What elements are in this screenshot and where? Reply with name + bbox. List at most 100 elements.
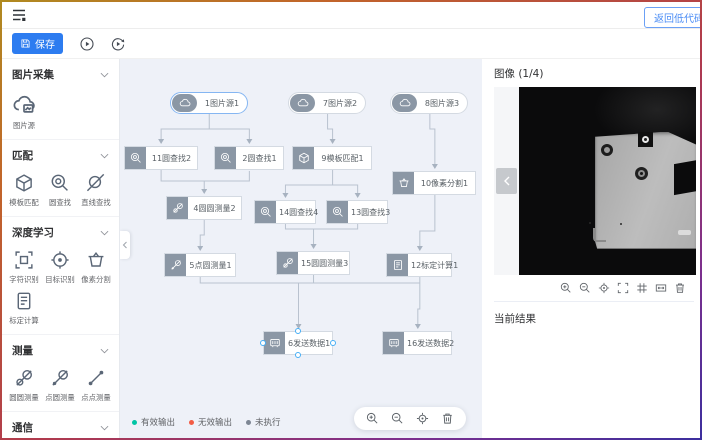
- section-header-image-capture[interactable]: 图片采集: [2, 59, 119, 88]
- node-send-data-2[interactable]: 16发送数据2: [382, 331, 452, 355]
- flow-canvas[interactable]: 1图片源1 7图片源2 8图片源3 11圆查找2 2圆查找1 9模板匹配1: [120, 59, 482, 438]
- sidebar-item-circle-circle-measure[interactable]: 圆圆测量: [6, 364, 42, 405]
- sidebar-item-calibration[interactable]: 标定计算: [6, 287, 42, 328]
- circle-circle-measure-icon: [167, 197, 188, 219]
- node-pixel-segment-1[interactable]: 10像素分割1: [392, 171, 476, 195]
- node-circle-circle-measure-3[interactable]: 15圆圆测量3: [276, 251, 350, 275]
- run-once-button[interactable]: [111, 37, 125, 51]
- node-image-source-3[interactable]: 8图片源3: [390, 92, 468, 114]
- collapse-menu-icon[interactable]: [12, 8, 26, 22]
- node-handle-top[interactable]: [295, 328, 301, 334]
- chevron-down-icon: [100, 72, 109, 78]
- node-calibration-1[interactable]: 12标定计算1: [386, 253, 452, 277]
- node-image-source-2[interactable]: 7图片源2: [288, 92, 366, 114]
- header-bar: 返回低代码: [2, 2, 700, 29]
- edge-slot: [678, 230, 691, 235]
- segment-icon: [393, 172, 414, 194]
- fullscreen-icon[interactable]: [617, 282, 629, 294]
- sidebar-item-image-source[interactable]: 图片源: [6, 88, 42, 133]
- section-header-measure[interactable]: 测量: [2, 335, 119, 364]
- delete-icon[interactable]: [674, 282, 686, 294]
- chevron-down-icon: [100, 425, 109, 431]
- node-template-match-1[interactable]: 9模板匹配1: [292, 146, 372, 170]
- point-point-measure-icon: [86, 368, 106, 388]
- sidebar-collapse-handle[interactable]: [120, 231, 130, 259]
- surface-dot: [620, 223, 622, 225]
- node-circle-find-4[interactable]: 14圆查找4: [254, 200, 316, 224]
- zoom-in-icon[interactable]: [560, 282, 572, 294]
- vision-workflow-app: 返回低代码 保存 图片采集 图片源: [2, 2, 700, 438]
- section-deep-learning: 深度学习 字符识别 目标识别 像素分割: [2, 217, 119, 335]
- prev-image-button[interactable]: [496, 168, 517, 194]
- section-communication: 通信: [2, 412, 119, 438]
- point-circle-measure-icon: [50, 368, 70, 388]
- section-header-matching[interactable]: 匹配: [2, 140, 119, 169]
- chevron-left-icon: [122, 241, 128, 249]
- sidebar-item-ocr[interactable]: 字符识别: [6, 246, 42, 287]
- sidebar-item-pixel-segment[interactable]: 像素分割: [78, 246, 114, 287]
- cloud-icon: [172, 94, 197, 112]
- red-dot: [189, 420, 194, 425]
- green-dot: [132, 420, 137, 425]
- sidebar-item-point-circle-measure[interactable]: 点圆测量: [42, 364, 78, 405]
- send-data-icon: [383, 332, 404, 354]
- current-results-title: 当前结果: [494, 302, 696, 335]
- locate-icon[interactable]: [416, 412, 429, 425]
- circular-feature: [635, 167, 648, 180]
- section-header-communication[interactable]: 通信: [2, 412, 119, 438]
- circle-find-icon: [255, 201, 276, 223]
- gray-dot: [246, 420, 251, 425]
- main-body: 图片采集 图片源 匹配 模板匹配: [2, 59, 700, 438]
- circle-find-icon: [327, 201, 348, 223]
- node-circle-find-1[interactable]: 2圆查找1: [214, 146, 284, 170]
- node-image-source-1[interactable]: 1图片源1: [170, 92, 248, 114]
- point-circle-measure-icon: [165, 254, 186, 276]
- surface-dot: [589, 222, 591, 224]
- zoom-out-icon[interactable]: [391, 412, 404, 425]
- bolt-hole: [601, 144, 613, 156]
- node-handle-right[interactable]: [330, 340, 336, 346]
- sidebar-item-line-find[interactable]: 直线查找: [78, 169, 114, 210]
- zoom-out-icon[interactable]: [579, 282, 591, 294]
- node-point-circle-measure-1[interactable]: 5点圆测量1: [164, 253, 236, 277]
- legend-valid-output: 有效输出: [132, 416, 175, 428]
- back-to-lowcode-button[interactable]: 返回低代码: [644, 7, 700, 28]
- node-circle-circle-measure-2[interactable]: 4圆圆测量2: [166, 196, 242, 220]
- status-legend: 有效输出 无效输出 未执行: [132, 416, 281, 428]
- section-header-deep-learning[interactable]: 深度学习: [2, 217, 119, 246]
- grid-icon[interactable]: [636, 282, 648, 294]
- delete-icon[interactable]: [441, 412, 454, 425]
- save-button[interactable]: 保存: [12, 33, 63, 54]
- sidebar-item-point-point-measure[interactable]: 点点测量: [78, 364, 114, 405]
- fiducial-marker: [638, 132, 653, 147]
- cloud-icon: [392, 94, 417, 112]
- node-handle-bottom[interactable]: [295, 352, 301, 358]
- node-send-data-1[interactable]: 6发送数据1: [263, 331, 333, 355]
- flow-edges: [120, 59, 482, 438]
- run-button[interactable]: [80, 37, 94, 51]
- section-measure: 测量 圆圆测量 点圆测量 点点测量: [2, 335, 119, 412]
- zoom-in-icon[interactable]: [366, 412, 379, 425]
- section-image-capture: 图片采集 图片源: [2, 59, 119, 140]
- circle-find-icon: [125, 147, 146, 169]
- template-match-icon: [293, 147, 314, 169]
- sidebar-item-circle-find[interactable]: 圆查找: [42, 169, 78, 210]
- result-image[interactable]: [519, 87, 696, 275]
- save-icon: [20, 38, 31, 49]
- chevron-down-icon: [100, 348, 109, 354]
- section-matching: 匹配 模板匹配 圆查找 直线查找: [2, 140, 119, 217]
- node-circle-find-2[interactable]: 11圆查找2: [124, 146, 198, 170]
- fit-icon[interactable]: [655, 282, 667, 294]
- ocr-icon: [14, 250, 34, 270]
- sidebar-item-target-detect[interactable]: 目标识别: [42, 246, 78, 287]
- target-icon: [50, 250, 70, 270]
- legend-not-executed: 未执行: [246, 416, 281, 428]
- node-circle-find-3[interactable]: 13圆查找3: [326, 200, 388, 224]
- locate-icon[interactable]: [598, 282, 610, 294]
- component-sidebar: 图片采集 图片源 匹配 模板匹配: [2, 59, 120, 438]
- node-handle-left[interactable]: [260, 340, 266, 346]
- sidebar-item-template-match[interactable]: 模板匹配: [6, 169, 42, 210]
- canvas-zoom-controls: [354, 407, 466, 430]
- edge-notch: [674, 160, 696, 195]
- image-panel-title: 图像 (1/4): [494, 66, 696, 81]
